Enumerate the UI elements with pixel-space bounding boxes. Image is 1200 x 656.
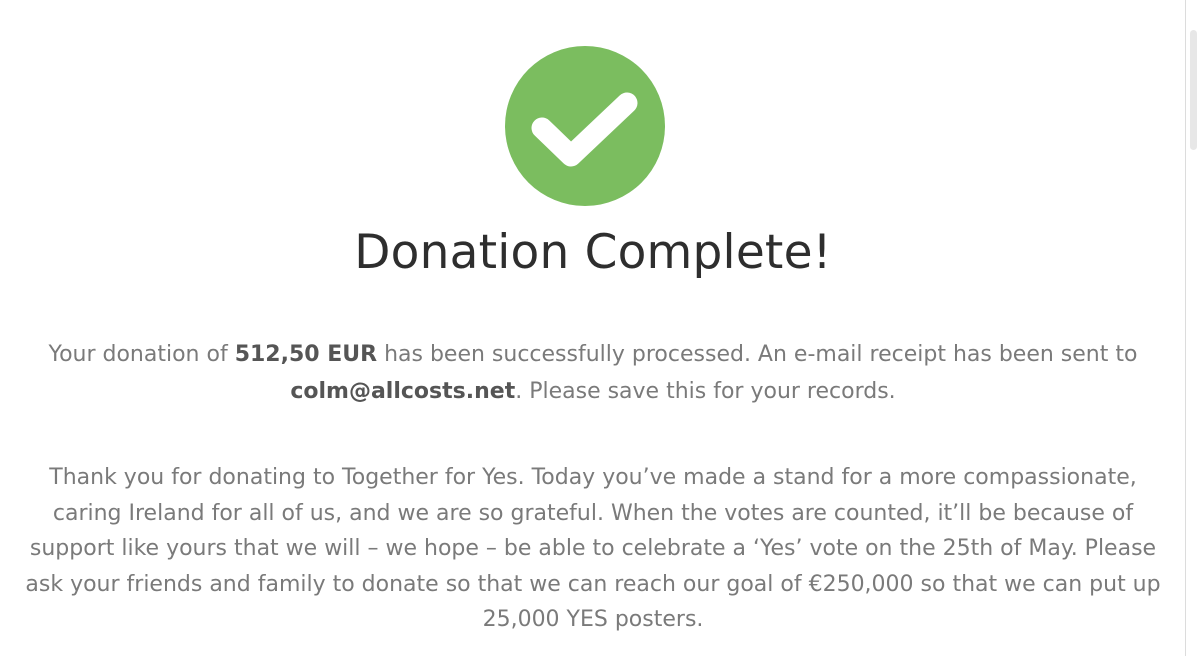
checkmark-icon (505, 46, 665, 206)
confirmation-suffix: . Please save this for your records. (515, 379, 896, 404)
receipt-email: colm@allcosts.net (290, 379, 516, 404)
scrollbar-thumb[interactable] (1190, 30, 1197, 150)
donation-complete-page: Donation Complete! Your donation of 512,… (0, 0, 1200, 656)
scrollbar[interactable] (1185, 0, 1200, 656)
checkmark-circle (505, 46, 665, 206)
donation-amount: 512,50 EUR (234, 342, 378, 367)
page-title: Donation Complete! (354, 225, 832, 280)
confirmation-middle: has been successfully processed. An e-ma… (377, 342, 1138, 367)
thank-you-message: Thank you for donating to Together for Y… (25, 465, 1161, 632)
confirmation-content: Donation Complete! Your donation of 512,… (0, 0, 1186, 656)
confirmation-message: Your donation of 512,50 EUR has been suc… (24, 336, 1162, 410)
confirmation-prefix: Your donation of (48, 342, 235, 367)
